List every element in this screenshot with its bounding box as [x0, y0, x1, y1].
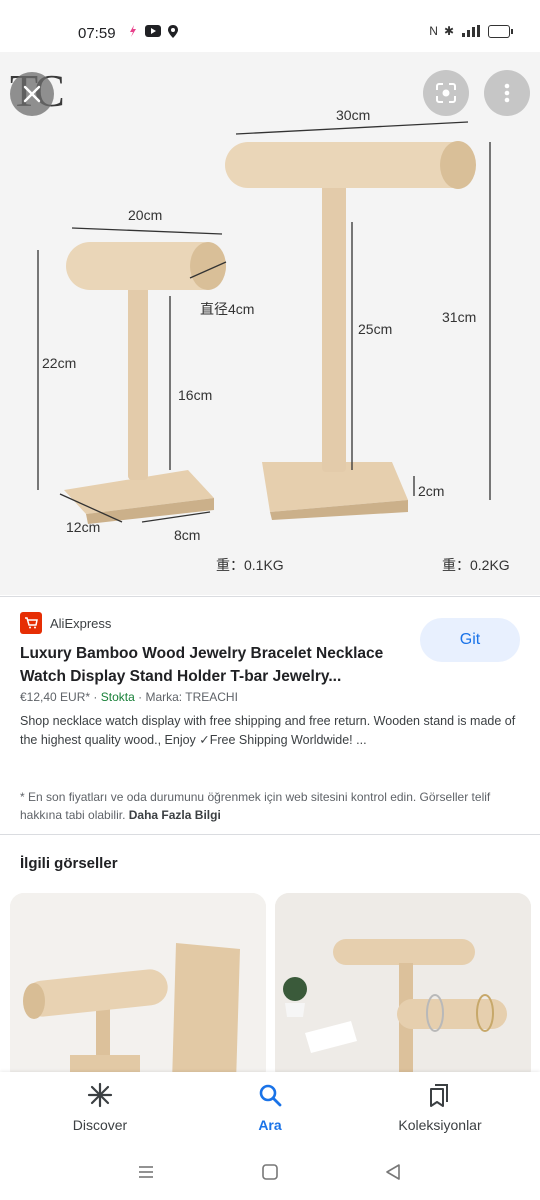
bottom-navigation: Discover Ara Koleksiyonlar — [0, 1072, 540, 1144]
search-icon — [259, 1084, 282, 1107]
back-icon[interactable] — [385, 1164, 401, 1180]
dim-diameter: 直径4cm — [200, 301, 254, 317]
visit-button[interactable]: Git — [420, 618, 520, 662]
nav-collections-label: Koleksiyonlar — [398, 1117, 482, 1133]
nav-collections[interactable]: Koleksiyonlar — [365, 1082, 515, 1133]
battery-icon — [488, 24, 513, 38]
separator: · — [138, 690, 143, 704]
related-image-tbar — [275, 893, 531, 1083]
dim-small-width: 20cm — [128, 207, 162, 223]
more-options-button[interactable] — [484, 70, 530, 116]
source-name: AliExpress — [50, 615, 112, 631]
brand: Marka: TREACHI — [145, 690, 238, 704]
divider — [0, 834, 540, 835]
aliexpress-logo-icon — [20, 612, 42, 634]
weight-small: 重：0.1KG — [216, 557, 284, 573]
related-image-stand — [10, 893, 266, 1083]
dim-big-width: 30cm — [336, 107, 370, 123]
result-meta: €12,40 EUR* · Stokta · Marka: TREACHI — [20, 690, 238, 704]
nav-discover[interactable]: Discover — [25, 1082, 175, 1133]
divider — [0, 596, 540, 597]
separator: · — [93, 690, 98, 704]
collections-icon — [430, 1084, 448, 1107]
dim-base-width: 8cm — [174, 527, 200, 543]
related-images-heading: İlgili görseller — [20, 855, 118, 872]
system-navigation-bar — [0, 1144, 540, 1200]
nfc-icon: N — [429, 24, 438, 38]
source-site[interactable]: AliExpress — [20, 612, 111, 634]
nav-search[interactable]: Ara — [195, 1082, 345, 1133]
dim-big-total: 31cm — [442, 309, 476, 325]
bluetooth-icon: ✱ — [443, 24, 454, 38]
dim-base-depth: 12cm — [66, 519, 100, 535]
recent-apps-icon[interactable] — [138, 1164, 154, 1180]
status-time: 07:59 — [78, 25, 116, 42]
lens-button[interactable] — [423, 70, 469, 116]
signal-icon — [462, 25, 480, 37]
dim-big-pole: 25cm — [358, 321, 392, 337]
more-info-link[interactable]: Daha Fazla Bilgi — [129, 808, 221, 822]
nav-search-label: Ara — [258, 1117, 282, 1133]
dim-base-height: 2cm — [418, 483, 444, 499]
price: €12,40 EUR* — [20, 690, 91, 704]
notice-text: * En son fiyatları ve oda durumunu öğren… — [20, 788, 510, 824]
product-image: 30cm 20cm 直径4cm 22cm 16cm 25cm 31cm 2cm … — [37, 107, 510, 573]
related-image[interactable] — [275, 893, 531, 1083]
close-button[interactable] — [10, 72, 54, 116]
close-icon — [23, 85, 41, 103]
result-description: Shop necklace watch display with free sh… — [20, 714, 516, 747]
weight-big: 重：0.2KG — [442, 557, 510, 573]
notice-body: * En son fiyatları ve oda durumunu öğren… — [20, 790, 491, 822]
image-viewer[interactable]: 30cm 20cm 直径4cm 22cm 16cm 25cm 31cm 2cm … — [0, 52, 540, 595]
home-icon[interactable] — [262, 1164, 278, 1180]
location-icon — [168, 24, 178, 38]
more-vert-icon — [504, 83, 510, 103]
youtube-icon — [145, 25, 161, 37]
asterisk-icon — [87, 1082, 113, 1108]
related-image[interactable] — [10, 893, 266, 1083]
dim-small-pole: 16cm — [178, 387, 212, 403]
nav-discover-label: Discover — [72, 1117, 128, 1133]
lens-icon — [436, 83, 456, 103]
notification-icon — [130, 25, 136, 37]
stock-status: Stokta — [100, 690, 135, 704]
result-title[interactable]: Luxury Bamboo Wood Jewelry Bracelet Neck… — [20, 642, 412, 688]
dim-small-total: 22cm — [42, 355, 76, 371]
